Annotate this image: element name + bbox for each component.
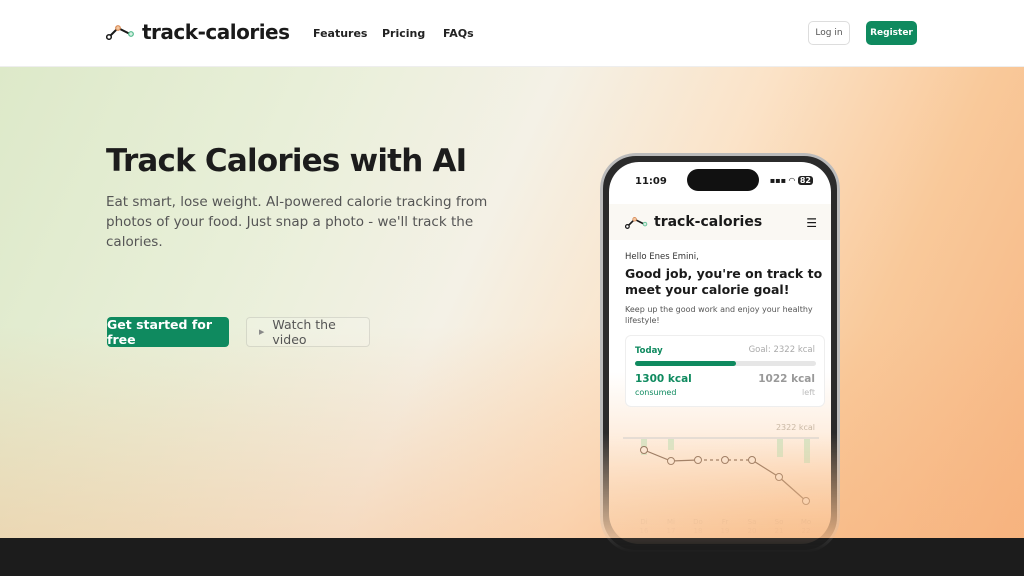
- nav-pricing[interactable]: Pricing: [382, 27, 425, 40]
- data-point: [748, 456, 756, 464]
- nav-features[interactable]: Features: [313, 27, 367, 40]
- hero-subtitle: Eat smart, lose weight. AI-powered calor…: [106, 194, 488, 250]
- data-point: [775, 473, 783, 481]
- status-time: 11:09: [635, 176, 667, 187]
- data-point: [694, 456, 702, 464]
- left-value: 1022 kcal: [758, 373, 815, 385]
- bar: [804, 439, 810, 463]
- wifi-icon: ◠: [788, 176, 798, 185]
- data-point: [721, 456, 729, 464]
- day-name-label: Do: [693, 518, 703, 526]
- hero-title: Track Calories with AI: [106, 143, 467, 179]
- dynamic-island: [687, 169, 759, 191]
- message: Keep up the good work and enjoy your hea…: [625, 305, 813, 325]
- watch-video-button[interactable]: ▶ Watch the video: [246, 317, 370, 347]
- top-nav: track-calories Features Pricing FAQs Log…: [0, 0, 1024, 67]
- weekly-chart: 2322 kcal Di16 Mi17 Do18 Fr19 Sa20 So21 Mo22: [623, 423, 819, 535]
- day-name-label: Mo: [801, 518, 811, 526]
- signal-icon: ▪▪▪: [769, 176, 789, 185]
- day-date-label: 18: [694, 527, 703, 535]
- hamburger-menu-icon[interactable]: ☰: [806, 216, 817, 230]
- goal-label: Goal: 2322 kcal: [748, 345, 815, 355]
- status-icons: ▪▪▪ ◠ 82: [770, 176, 813, 185]
- today-card: Today Goal: 2322 kcal 1300 kcal consumed…: [625, 335, 825, 407]
- data-point: [667, 457, 675, 465]
- login-button[interactable]: Log in: [808, 21, 850, 45]
- phone-mockup: 11:09 ▪▪▪ ◠ 82 track-calories ☰ Hello En…: [600, 153, 840, 553]
- day-date-label: 21: [775, 527, 784, 535]
- consumed-value: 1300 kcal: [635, 373, 692, 385]
- bar: [668, 439, 674, 450]
- data-point: [802, 497, 810, 505]
- app-header: track-calories: [609, 204, 831, 240]
- today-label: Today: [635, 346, 663, 356]
- logo-icon: [106, 25, 134, 40]
- day-date-label: 17: [667, 527, 676, 535]
- nav-faqs[interactable]: FAQs: [443, 27, 474, 40]
- play-icon: ▶: [259, 328, 265, 336]
- day-name-label: Fr: [722, 518, 729, 526]
- battery-icon: 82: [797, 176, 813, 185]
- logo-icon: [625, 216, 648, 229]
- left-label: left: [802, 388, 815, 397]
- day-name-label: Di: [640, 518, 647, 526]
- get-started-button[interactable]: Get started for free: [107, 317, 229, 347]
- progress-bar: [635, 361, 816, 366]
- day-date-label: 19: [721, 527, 730, 535]
- app-brand: track-calories: [654, 214, 763, 230]
- progress-fill: [635, 361, 737, 366]
- bar: [777, 439, 783, 457]
- data-point: [640, 446, 648, 454]
- day-date-label: 20: [748, 527, 757, 535]
- brand-name: track-calories: [142, 20, 290, 44]
- day-name-label: Sa: [748, 518, 757, 526]
- headline: Good job, you're on track to meet your c…: [625, 266, 823, 297]
- brand-logo[interactable]: track-calories: [106, 20, 290, 44]
- day-name-label: Mi: [667, 518, 675, 526]
- chart-goal-label: 2322 kcal: [776, 423, 815, 432]
- day-date-label: 16: [640, 527, 649, 535]
- watch-video-label: Watch the video: [272, 317, 336, 347]
- consumed-label: consumed: [635, 388, 677, 397]
- register-button[interactable]: Register: [866, 21, 917, 45]
- greeting: Hello Enes Emini,: [625, 252, 699, 262]
- hero-section: [0, 67, 1024, 538]
- day-name-label: So: [775, 518, 784, 526]
- phone-screen: 11:09 ▪▪▪ ◠ 82 track-calories ☰ Hello En…: [609, 162, 831, 544]
- day-date-label: 22: [802, 527, 811, 535]
- footer-band: [0, 538, 1024, 576]
